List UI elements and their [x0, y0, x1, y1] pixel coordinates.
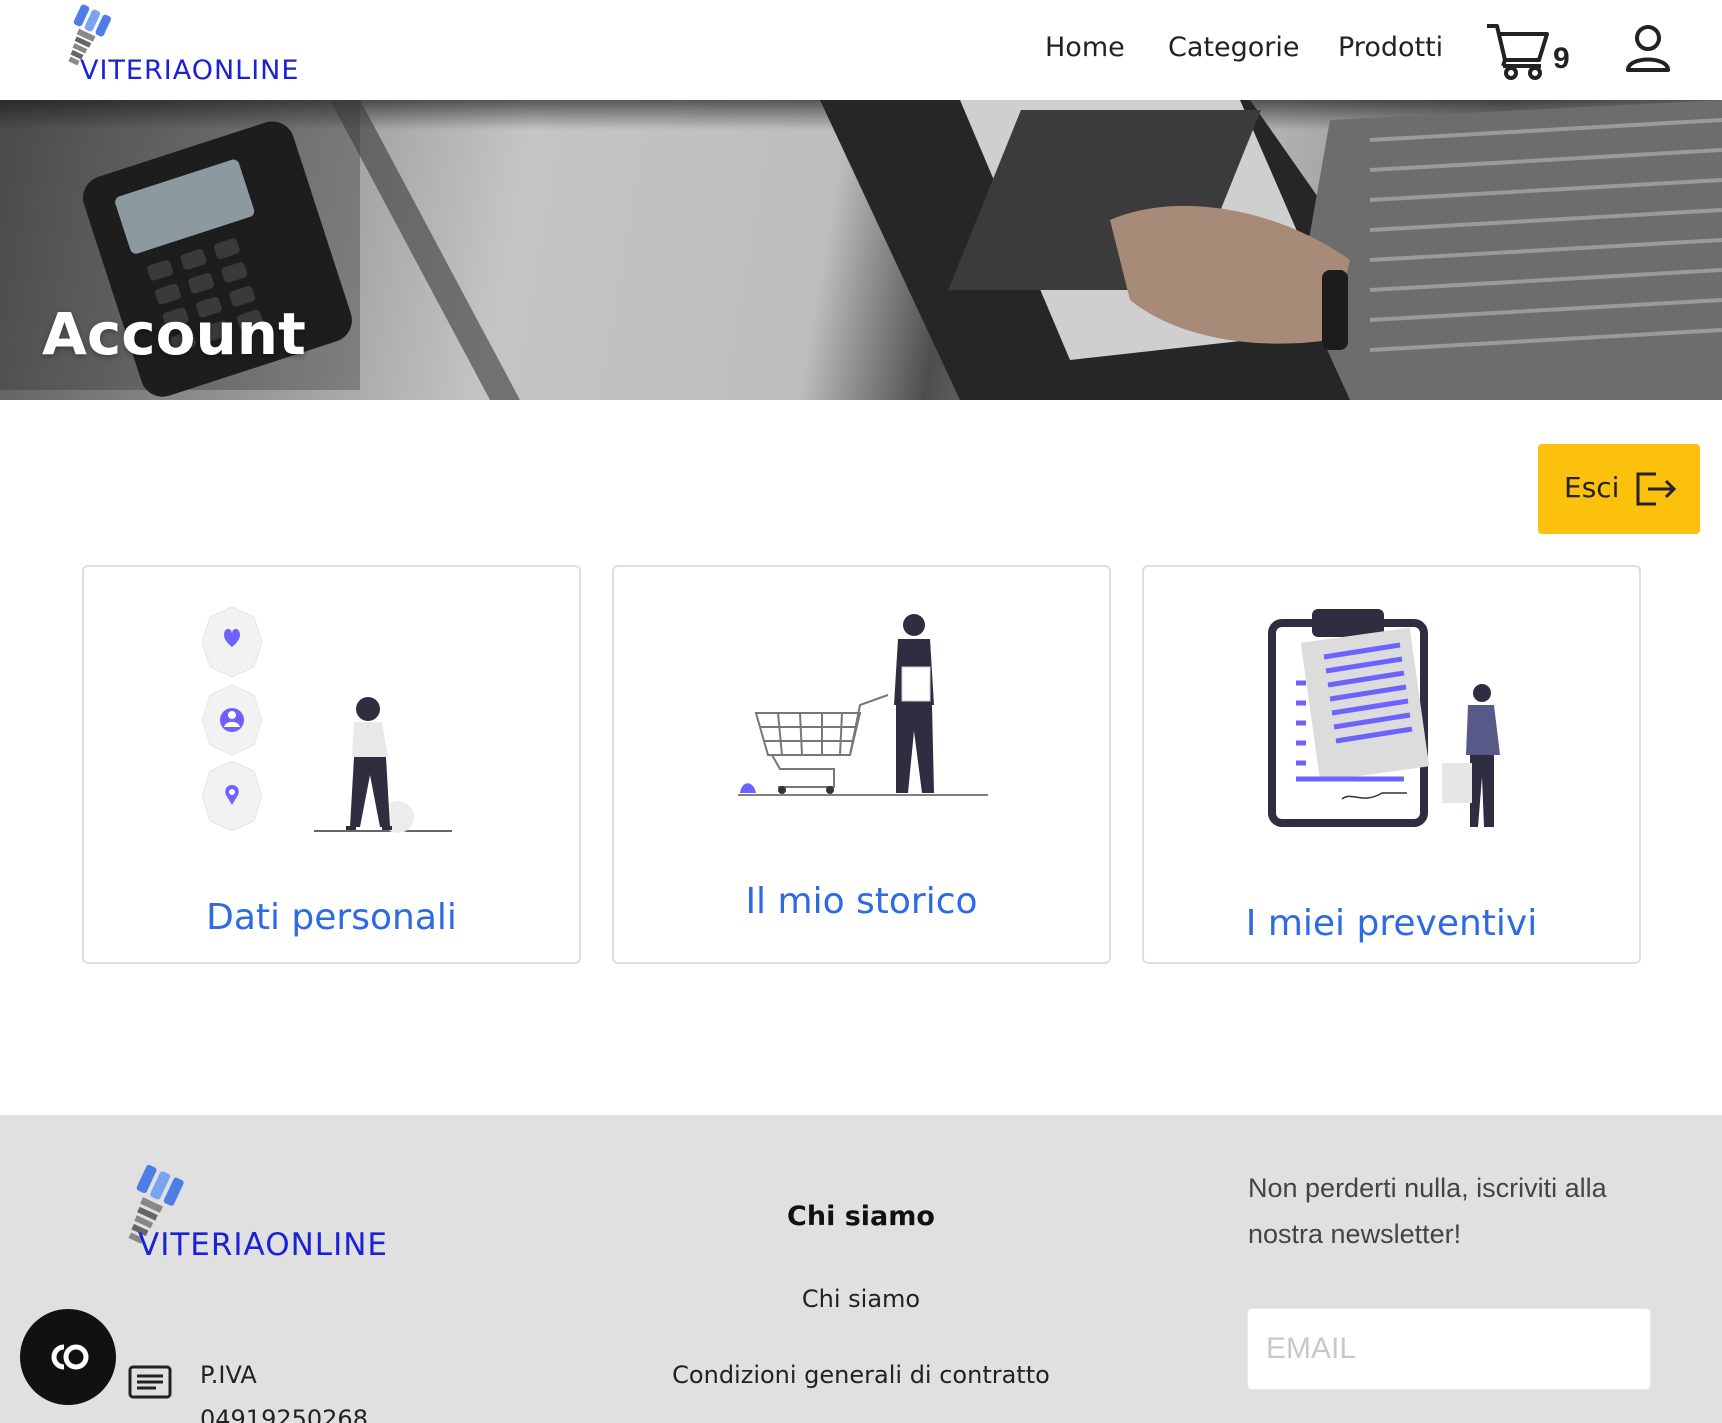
newsletter-text: Non perderti nulla, iscriviti alla nostr… — [1248, 1173, 1607, 1249]
vat-number: 04919250268 — [200, 1405, 368, 1423]
site-logo[interactable]: VITERIAONLINE — [44, 2, 354, 86]
site-header: VITERIAONLINE Home Categorie Prodotti 9 — [0, 0, 1722, 100]
logout-button[interactable]: Esci — [1538, 444, 1700, 534]
card-quotes[interactable]: I miei preventivi — [1142, 565, 1641, 964]
card-label-order-history: Il mio storico — [745, 881, 978, 922]
footer-logo[interactable]: VITERIAONLINE — [98, 1164, 458, 1275]
logo-text: VITERIAONLINE — [80, 55, 300, 86]
personal-data-illustration — [202, 607, 452, 833]
footer-link-terms[interactable]: Condizioni generali di contratto — [600, 1361, 1122, 1389]
cart-count-badge: 9 — [1553, 42, 1570, 75]
card-label-quotes: I miei preventivi — [1245, 903, 1538, 944]
logout-label: Esci — [1564, 471, 1620, 504]
accessibility-icon — [51, 1344, 89, 1370]
footer-link-about[interactable]: Chi siamo — [600, 1285, 1122, 1313]
card-personal-data[interactable]: Dati personali — [82, 565, 581, 964]
hero-banner: Account — [0, 100, 1722, 400]
footer-about-heading: Chi siamo — [787, 1201, 935, 1232]
site-footer: VITERIAONLINE Chi siamo Chi siamo Condiz… — [0, 1115, 1722, 1423]
card-order-history[interactable]: Il mio storico — [612, 565, 1111, 964]
accessibility-button[interactable] — [20, 1309, 116, 1405]
vat-label: P.IVA — [200, 1361, 257, 1389]
nav-home[interactable]: Home — [1045, 32, 1125, 63]
footer-logo-text: VITERIAONLINE — [138, 1227, 388, 1263]
newsletter-email-input[interactable] — [1248, 1309, 1650, 1389]
cart-icon[interactable] — [1485, 20, 1551, 80]
quotes-illustration — [1268, 609, 1500, 827]
nav-categories[interactable]: Categorie — [1168, 32, 1299, 63]
page-title: Account — [42, 300, 306, 368]
nav-products[interactable]: Prodotti — [1338, 32, 1443, 63]
document-icon — [128, 1365, 172, 1399]
order-history-illustration — [738, 614, 988, 796]
user-icon[interactable] — [1624, 24, 1672, 74]
card-label-personal-data: Dati personali — [206, 897, 457, 938]
logout-icon — [1636, 472, 1677, 506]
